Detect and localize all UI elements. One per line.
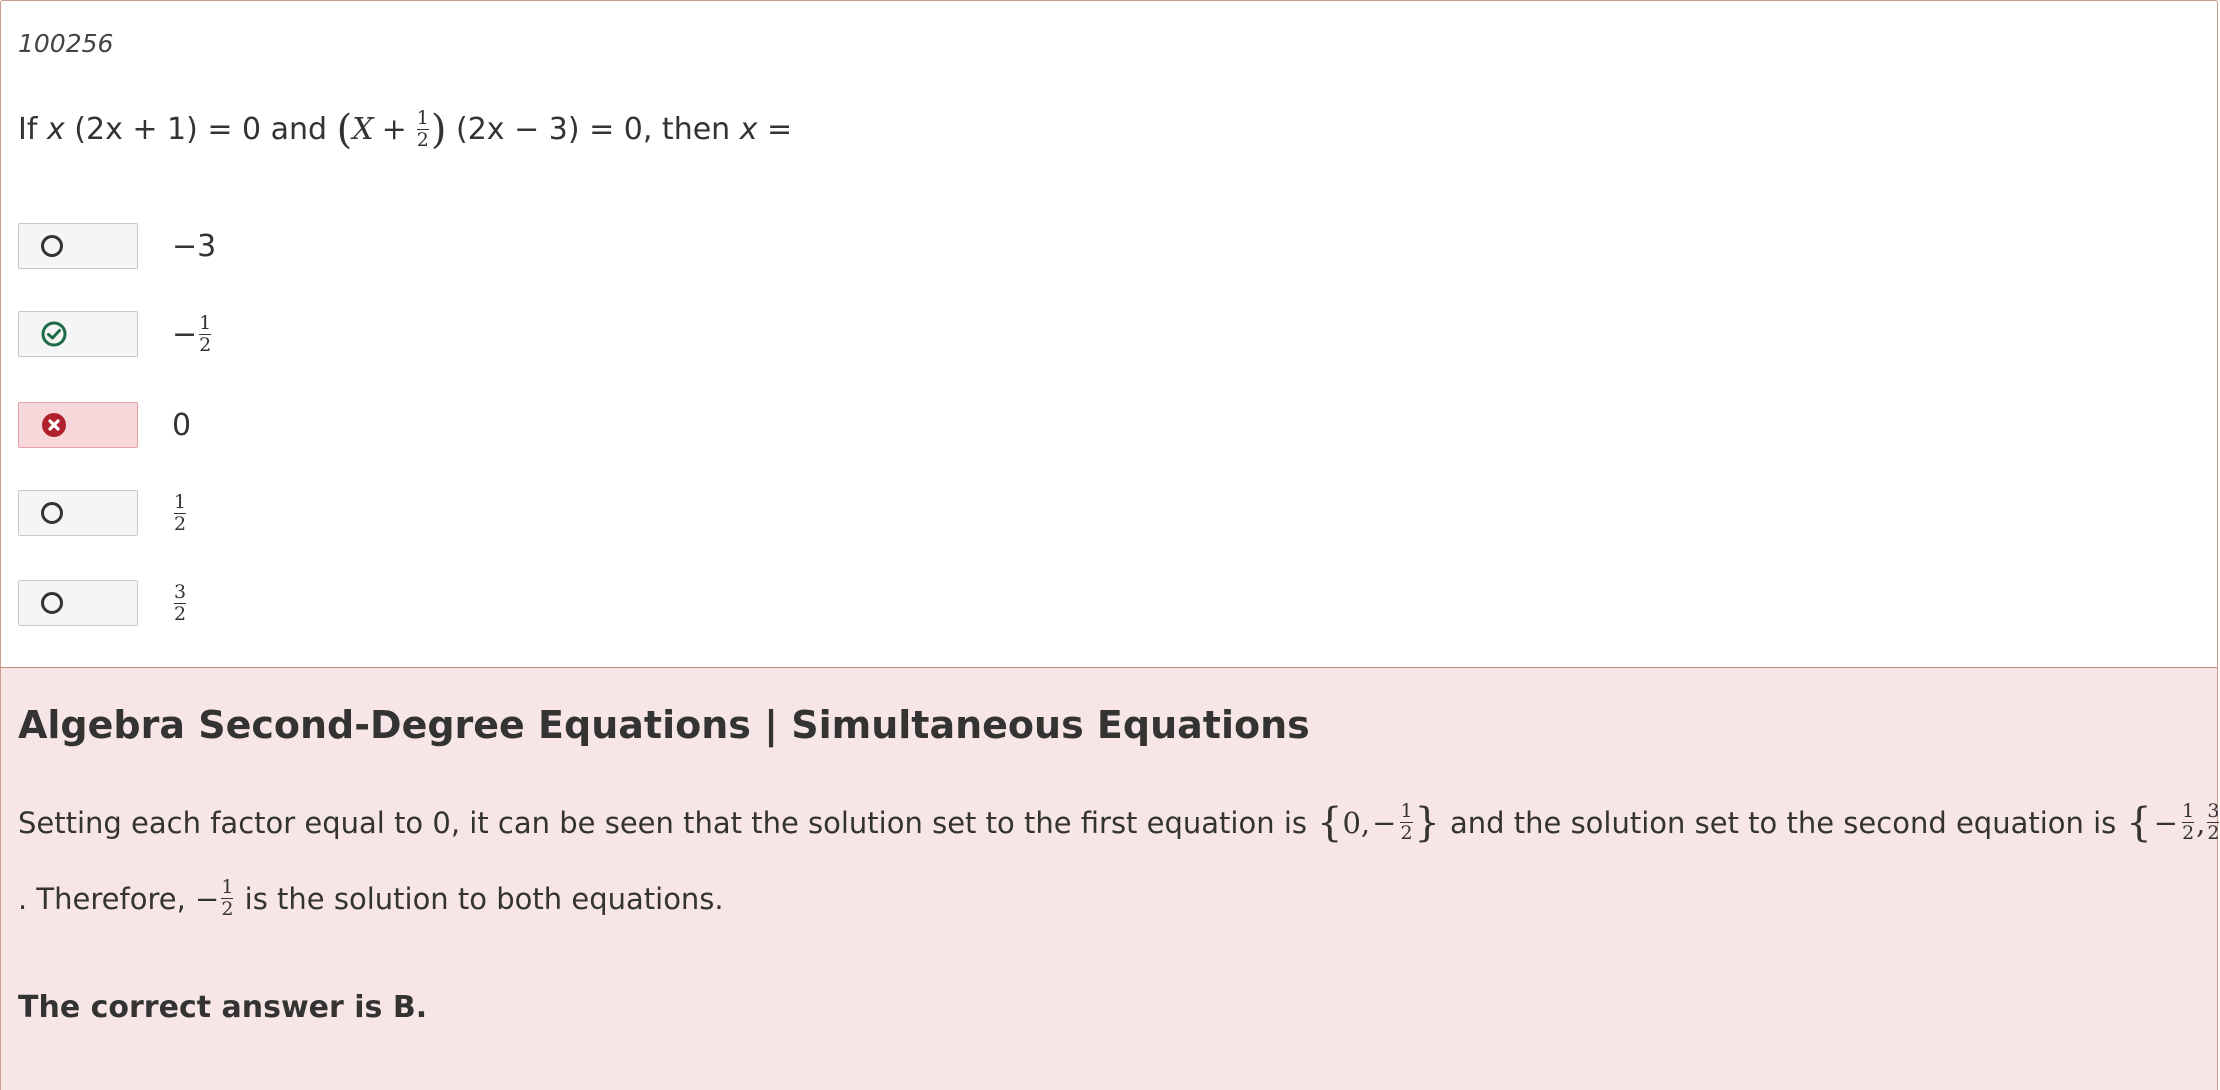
question-stem: If x (2x + 1) = 0 and ( X + 12 ) (2x − 3… (18, 106, 793, 153)
solution-set-1: { 0, − 12 } (1317, 799, 1440, 846)
radio-empty-icon (41, 235, 63, 257)
fraction: 12 (416, 107, 429, 151)
choice-c[interactable]: 0 (18, 402, 191, 448)
choice-b-button[interactable] (18, 311, 138, 357)
choice-a-label: −3 (172, 228, 217, 264)
explanation-panel: Algebra Second-Degree Equations | Simult… (0, 668, 2220, 1090)
choice-d[interactable]: 12 (18, 490, 188, 536)
question-id: 100256 (18, 29, 114, 58)
radio-empty-icon (41, 502, 63, 524)
choice-e[interactable]: 32 (18, 580, 188, 626)
correct-answer: The correct answer is B. (18, 990, 428, 1025)
choice-a-button[interactable] (18, 223, 138, 269)
choice-b-label: − 12 (172, 311, 212, 356)
choice-d-label: 12 (174, 490, 187, 535)
check-circle-icon (41, 321, 67, 347)
explanation-text-line1: Setting each factor equal to 0, it can b… (18, 802, 2220, 843)
choice-c-button[interactable] (18, 402, 138, 448)
explanation-text-line2: . Therefore, − 12 is the solution to bot… (18, 876, 724, 920)
choice-a[interactable]: −3 (18, 223, 216, 269)
choice-d-button[interactable] (18, 490, 138, 536)
choice-e-label: 32 (174, 580, 187, 625)
choice-b[interactable]: − 12 (18, 311, 213, 357)
choice-c-label: 0 (172, 407, 192, 443)
solution-set-2: { − 12 , 32 } (2126, 799, 2220, 846)
choice-e-button[interactable] (18, 580, 138, 626)
topic-heading: Algebra Second-Degree Equations | Simult… (18, 703, 1310, 747)
x-circle-icon (41, 412, 67, 438)
question-card: 100256 If x (2x + 1) = 0 and ( X + 12 ) … (0, 0, 2218, 668)
radio-empty-icon (41, 592, 63, 614)
